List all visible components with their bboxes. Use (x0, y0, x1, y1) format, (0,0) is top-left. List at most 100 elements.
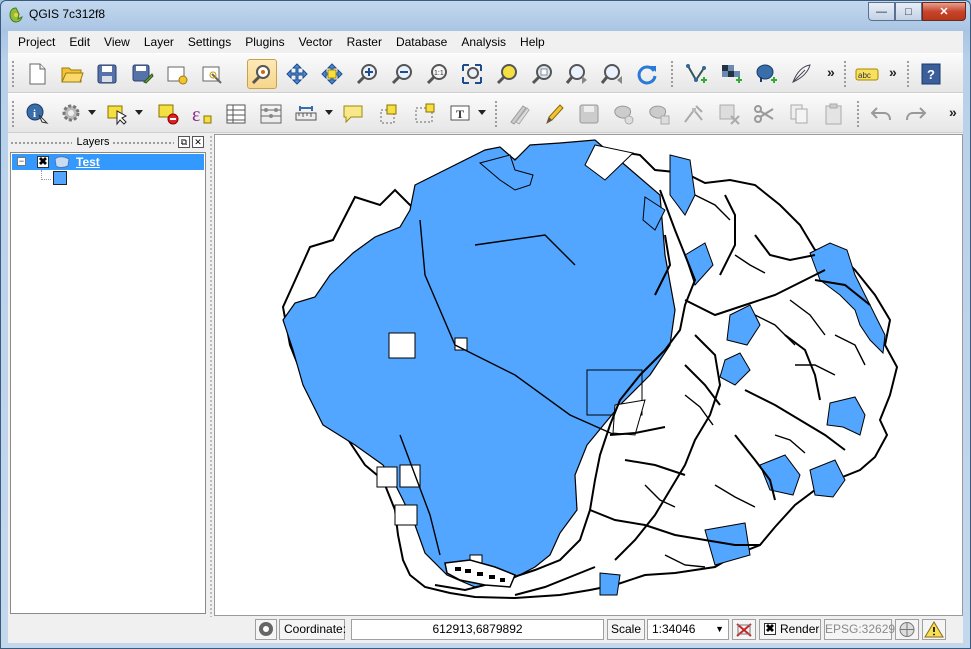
minimize-button[interactable]: — (868, 2, 895, 21)
coordinate-field[interactable]: 612913,6879892 (351, 619, 604, 640)
toolbar-grip[interactable] (11, 100, 15, 128)
layer-item-test[interactable]: − ✖ Test (12, 154, 204, 170)
menu-view[interactable]: View (97, 32, 137, 52)
stop-render-button[interactable] (732, 619, 756, 640)
zoom-to-selection-button[interactable] (492, 59, 522, 89)
paste-features-button[interactable] (819, 99, 849, 129)
layer-tree[interactable]: − ✖ Test (10, 152, 206, 614)
close-button[interactable]: ✕ (922, 2, 966, 21)
bookmarks-icon (415, 103, 435, 123)
open-attribute-table-button[interactable] (221, 99, 251, 129)
panel-splitter[interactable] (209, 135, 213, 617)
field-calculator-button[interactable] (256, 99, 286, 129)
layers-panel-header[interactable]: Layers ⧉ ✕ (8, 135, 208, 151)
zoom-next-button[interactable] (597, 59, 627, 89)
chevron-down-icon[interactable] (88, 110, 96, 115)
label-tool-button[interactable]: abc (852, 59, 882, 89)
zoom-out-button[interactable] (387, 59, 417, 89)
render-label: Render (780, 622, 820, 636)
toolbar-overflow-icon[interactable]: » (889, 64, 897, 80)
toolbar-grip[interactable] (906, 60, 910, 88)
map-tips-button[interactable] (338, 99, 368, 129)
add-spatialite-layer-button[interactable] (786, 59, 816, 89)
add-raster-layer-button[interactable] (716, 59, 746, 89)
message-log-button[interactable] (255, 619, 277, 640)
menu-database[interactable]: Database (389, 32, 454, 52)
menu-edit[interactable]: Edit (62, 32, 97, 52)
delete-selected-button[interactable] (714, 99, 744, 129)
toolbar-grip[interactable] (843, 60, 847, 88)
zoom-to-layer-button[interactable] (527, 59, 557, 89)
select-features-button[interactable] (103, 99, 133, 129)
refresh-button[interactable] (632, 59, 662, 89)
zoom-last-button[interactable] (562, 59, 592, 89)
float-panel-button[interactable]: ⧉ (178, 136, 190, 148)
save-project-button[interactable] (92, 59, 122, 89)
move-feature-button[interactable] (644, 99, 674, 129)
save-layer-edits-button[interactable] (574, 99, 604, 129)
select-by-expression-button[interactable]: ε (186, 99, 216, 129)
node-tool-button[interactable] (679, 99, 709, 129)
menu-raster[interactable]: Raster (340, 32, 389, 52)
add-feature-button[interactable] (609, 99, 639, 129)
close-panel-button[interactable]: ✕ (192, 136, 204, 148)
zoom-full-button[interactable] (457, 59, 487, 89)
copy-features-button[interactable] (784, 99, 814, 129)
legend-symbol-swatch[interactable] (53, 171, 67, 185)
current-edits-button[interactable] (504, 99, 534, 129)
scale-select[interactable]: 1:34046 ▼ (647, 619, 729, 640)
toolbar-grip[interactable] (670, 60, 674, 88)
pan-to-selection-button[interactable] (317, 59, 347, 89)
toolbar-grip[interactable] (494, 100, 498, 128)
new-project-button[interactable] (22, 59, 52, 89)
zoom-actual-size-button[interactable]: 1:1 (422, 59, 452, 89)
zoom-in-button[interactable] (352, 59, 382, 89)
run-feature-action-button[interactable] (57, 99, 87, 129)
toolbar-overflow-icon[interactable]: » (827, 64, 835, 80)
projection-settings-button[interactable] (895, 619, 919, 640)
layer-name[interactable]: Test (76, 155, 100, 169)
warnings-button[interactable] (922, 619, 946, 640)
zoom-layer-icon (531, 64, 552, 85)
layer-visibility-checkbox[interactable]: ✖ (37, 156, 49, 168)
new-bookmark-button[interactable] (375, 99, 405, 129)
maximize-button[interactable]: □ (895, 2, 922, 21)
cut-features-button[interactable] (749, 99, 779, 129)
chevron-down-icon[interactable] (135, 110, 143, 115)
menu-analysis[interactable]: Analysis (454, 32, 513, 52)
menu-vector[interactable]: Vector (292, 32, 340, 52)
toolbar-grip[interactable] (856, 100, 860, 128)
chevron-down-icon[interactable] (325, 110, 333, 115)
menu-plugins[interactable]: Plugins (238, 32, 291, 52)
toggle-editing-button[interactable] (539, 99, 569, 129)
menu-layer[interactable]: Layer (137, 32, 181, 52)
composer-manager-button[interactable] (197, 59, 227, 89)
add-postgis-layer-button[interactable] (751, 59, 781, 89)
crs-status-button[interactable]: EPSG:32629 (824, 619, 895, 640)
open-project-button[interactable] (57, 59, 87, 89)
redo-button[interactable] (901, 99, 931, 129)
save-as-button[interactable] (127, 59, 157, 89)
show-bookmarks-button[interactable] (410, 99, 440, 129)
toolbar-overflow-icon[interactable]: » (949, 104, 957, 120)
map-canvas[interactable] (214, 134, 963, 616)
help-button[interactable]: ? (916, 59, 946, 89)
title-bar[interactable]: QGIS 7c312f8 — □ ✕ (1, 1, 970, 29)
deselect-all-button[interactable] (153, 99, 183, 129)
identify-features-button[interactable]: i (22, 99, 52, 129)
menu-project[interactable]: Project (11, 32, 62, 52)
chevron-down-icon[interactable] (478, 110, 486, 115)
pan-map-button[interactable] (282, 59, 312, 89)
new-print-composer-button[interactable] (162, 59, 192, 89)
add-vector-layer-button[interactable] (681, 59, 711, 89)
render-toggle[interactable]: ✖ Render (759, 619, 821, 640)
render-checkbox[interactable]: ✖ (764, 623, 776, 635)
pan-touch-button[interactable] (247, 59, 277, 89)
collapse-toggle[interactable]: − (17, 157, 26, 166)
toolbar-grip[interactable] (11, 60, 15, 88)
text-annotation-button[interactable]: T (445, 99, 475, 129)
menu-help[interactable]: Help (513, 32, 552, 52)
measure-line-button[interactable] (291, 99, 321, 129)
undo-button[interactable] (866, 99, 896, 129)
menu-settings[interactable]: Settings (181, 32, 238, 52)
